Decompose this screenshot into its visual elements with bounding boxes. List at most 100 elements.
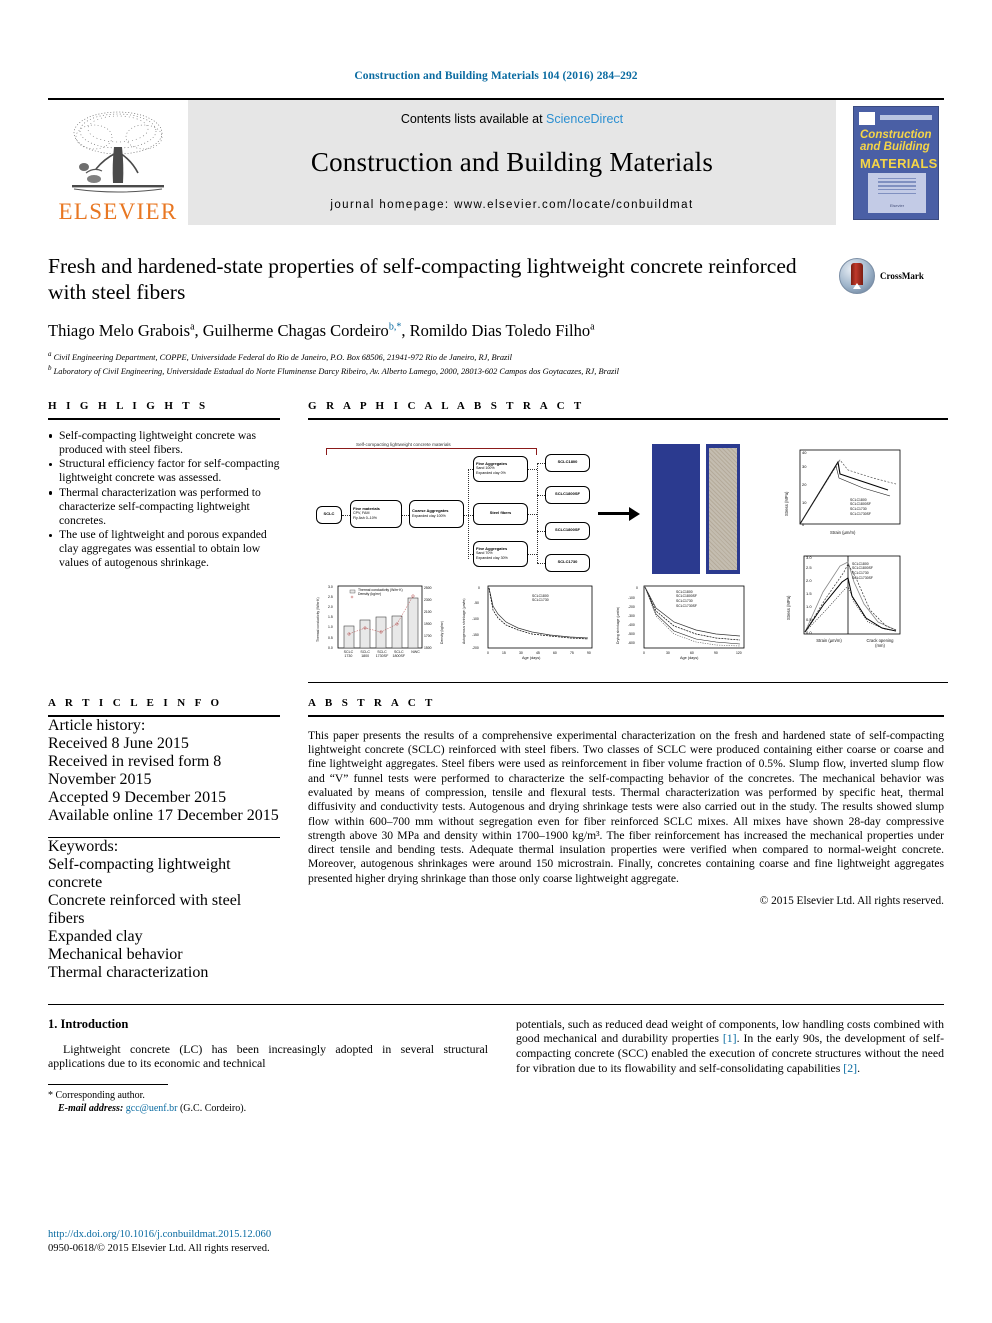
history-item: Accepted 9 December 2015: [48, 788, 227, 806]
flow-node-sub: Expanded clay 100%: [412, 513, 446, 518]
sciencedirect-link[interactable]: ScienceDirect: [546, 112, 623, 126]
svg-text:-300: -300: [628, 614, 635, 618]
svg-text:2.0: 2.0: [328, 605, 333, 609]
journal-homepage[interactable]: journal homepage: www.elsevier.com/locat…: [330, 199, 693, 211]
y-axis-label: Thermal conductivity (W/m·K): [316, 597, 320, 642]
svg-text:20: 20: [802, 482, 807, 487]
elsevier-logo: ELSEVIER: [48, 100, 188, 225]
cover-foot: Elsevier: [889, 202, 905, 208]
list-item: Self-compacting lightweight concrete was…: [48, 429, 280, 457]
abstract-copyright: © 2015 Elsevier Ltd. All rights reserved…: [759, 895, 944, 908]
flow-node-sub: Expanded clay 30%: [476, 556, 508, 561]
flow-mix-2: SCLC1800SF: [545, 485, 590, 504]
svg-text:75: 75: [570, 651, 574, 655]
flow-connector: [528, 468, 537, 470]
abstract-heading: A B S T R A C T: [308, 696, 436, 709]
issn-copyright-line: 0950-0618/© 2015 Elsevier Ltd. All right…: [48, 1242, 270, 1254]
chart-legend: SCLC1800 SCLC1800SF SCLC1730 SCLC1730SF: [676, 590, 697, 608]
x-axis-tick-labels: SCLC 1730 SCLC 1800 SCLC 1730SF SCLC 180…: [340, 650, 424, 658]
footnote-email-line: E-mail address: gcc@uenf.br (G.C. Cordei…: [48, 1103, 488, 1116]
svg-text:3.0: 3.0: [328, 585, 333, 589]
highlights-column: H I G H L I G H T S Self-compacting ligh…: [48, 400, 280, 683]
affiliation-text: Civil Engineering Department, COPPE, Uni…: [53, 352, 512, 362]
keyword-item: Expanded clay: [48, 927, 143, 945]
svg-text:90: 90: [714, 651, 718, 655]
flow-connector: [537, 530, 545, 532]
citation-ref-1[interactable]: [1]: [723, 1031, 737, 1045]
flow-connector: [537, 462, 538, 563]
doi-link[interactable]: http://dx.doi.org/10.1016/j.conbuildmat.…: [48, 1228, 271, 1241]
svg-text:15: 15: [502, 651, 506, 655]
affiliation-row: b Laboratory of Civil Engineering, Unive…: [48, 363, 944, 377]
intro-paragraph-right: potentials, such as reduced dead weight …: [516, 1017, 944, 1075]
flow-connector: [537, 462, 545, 464]
cover-title-line: Construction and Building: [860, 129, 934, 154]
graphical-abstract-heading: G R A P H I C A L A B S T R A C T: [308, 399, 585, 412]
svg-text:30: 30: [802, 464, 807, 469]
author-affil-mark: a: [590, 321, 595, 333]
intro-paragraph-left: Lightweight concrete (LC) has been incre…: [48, 1041, 488, 1071]
divider: [308, 681, 948, 683]
flow-connector: [537, 562, 545, 564]
x-axis-label: Age (days): [680, 655, 699, 660]
flow-title-label: Self-compacting lightweight concrete mat…: [354, 441, 453, 447]
tick-label: SCLC 1730: [343, 649, 354, 658]
keyword-item: Mechanical behavior: [48, 945, 183, 963]
affiliation-mark: a: [48, 350, 52, 358]
crossmark-badge[interactable]: CrossMark: [839, 255, 944, 297]
svg-text:-400: -400: [628, 623, 635, 627]
article-info-heading: A R T I C L E I N F O: [48, 696, 223, 709]
flow-connector: [402, 514, 409, 516]
footnote-line: * Corresponding author.: [48, 1090, 488, 1103]
divider: [48, 1003, 944, 1005]
history-label: Article history:: [48, 716, 146, 734]
cover-blurb-box: Elsevier: [868, 172, 926, 213]
abstract-text: This paper presents the results of a com…: [308, 728, 944, 885]
flow-connector: [468, 468, 469, 559]
chart-tensile-crack-opening: 0.0 0.5 1.0 1.5 2.0 2.5 3.0 Stress (MPa)…: [778, 551, 908, 656]
flow-mix-label: SCLC1800SF: [555, 491, 580, 497]
info-and-abstract: A R T I C L E I N F O Article history: R…: [48, 697, 944, 982]
author-affil-mark: a: [190, 321, 195, 333]
svg-text:30: 30: [519, 651, 523, 655]
chart-thermal-conductivity-density: 0.0 0.5 1.0 1.5 2.0 2.5 3.0 1500 1700 19…: [314, 581, 444, 666]
chart-autogenous-shrinkage: 0 -50 -100 -150 -200 0 15 30 45 60 75 90: [460, 581, 600, 666]
legend-item: SCLC1730SF: [850, 511, 871, 516]
chart-legend: SCLC1800 SCLC1800SF SCLC1730 SCLC1730SF: [850, 498, 871, 516]
x-axis-label: Strain (µm/m): [830, 529, 856, 535]
x-axis-label: Age (days): [522, 655, 541, 660]
svg-text:2.5: 2.5: [806, 565, 812, 570]
svg-text:2300: 2300: [424, 598, 432, 602]
y-axis-label: Drying shrinkage (µm/m): [616, 606, 620, 644]
running-head: Construction and Building Materials 104 …: [354, 70, 638, 82]
divider: [308, 417, 948, 420]
x-axis-label-right: Crack opening (mm): [866, 637, 894, 648]
crossmark-icon: [839, 258, 875, 294]
journal-article-page: Construction and Building Materials 104 …: [0, 0, 992, 1323]
page-title: Fresh and hardened-state properties of s…: [48, 254, 797, 304]
keywords-label: Keywords:: [48, 837, 119, 855]
svg-text:90: 90: [587, 651, 591, 655]
svg-text:-50: -50: [474, 601, 479, 605]
highlights-heading: H I G H L I G H T S: [48, 399, 209, 412]
flow-node-steel-fibers: Steel fibers: [473, 502, 528, 525]
svg-text:-100: -100: [472, 617, 479, 621]
svg-text:0.5: 0.5: [328, 636, 333, 640]
y2-axis-label: Density (kg/m³): [440, 620, 444, 644]
page-footer: http://dx.doi.org/10.1016/j.conbuildmat.…: [48, 1228, 271, 1255]
journal-cover-thumbnail: Construction and Building MATERIALS Else…: [848, 100, 944, 225]
svg-text:3.0: 3.0: [806, 555, 812, 560]
article-info-column: A R T I C L E I N F O Article history: R…: [48, 697, 280, 982]
flow-title-tick-right: [536, 447, 537, 455]
svg-text:0: 0: [643, 651, 645, 655]
svg-text:1.5: 1.5: [806, 591, 812, 596]
citation-ref-2[interactable]: [2]: [843, 1061, 857, 1075]
chart-legend: Thermal conductivity (W/m·K) Density (kg…: [358, 588, 403, 597]
email-link[interactable]: gcc@uenf.br: [126, 1103, 178, 1114]
contents-available-line: Contents lists available at ScienceDirec…: [401, 112, 623, 126]
keyword-item: Thermal characterization: [48, 963, 209, 981]
flow-node-fine-aggregates-bottom: Fine Aggregates Sand 70% Expanded clay 3…: [473, 540, 528, 567]
svg-text:0: 0: [636, 586, 638, 590]
y-axis-label: Stress (MPa): [786, 595, 791, 620]
divider: [308, 714, 944, 717]
